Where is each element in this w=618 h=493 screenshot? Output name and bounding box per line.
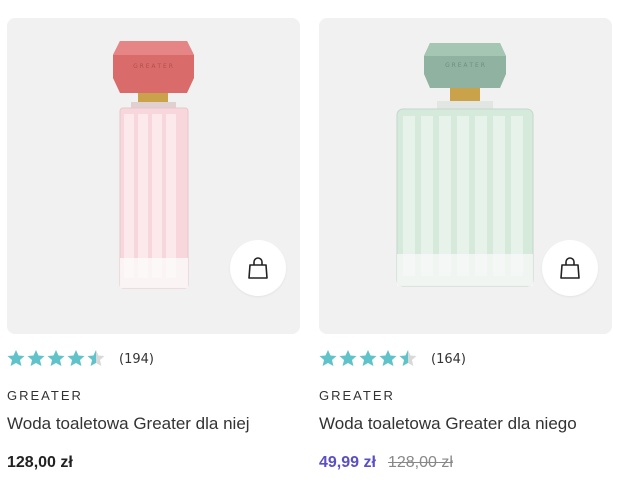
rating-count: (194) (119, 351, 154, 367)
half-star-icon (87, 350, 105, 366)
product-title[interactable]: Woda toaletowa Greater dla niego (319, 414, 577, 434)
old-price: 128,00 zł (387, 454, 453, 471)
star-icon (379, 350, 397, 366)
rating: (194) (7, 349, 154, 369)
shopping-bag-icon (248, 257, 268, 279)
product-card[interactable]: G R E A T E R (319, 18, 612, 471)
shopping-bag-icon (560, 257, 580, 279)
rating-count: (164) (431, 351, 466, 367)
product-card[interactable]: G R E A T E R (7, 18, 300, 471)
star-icon (339, 350, 357, 366)
svg-text:G R E A T E R: G R E A T E R (133, 63, 173, 70)
product-title[interactable]: Woda toaletowa Greater dla niej (7, 414, 250, 434)
rating-stars (7, 349, 115, 369)
star-icon (319, 350, 337, 366)
product-price: 128,00 zł (7, 454, 73, 472)
star-icon (47, 350, 65, 366)
star-icon (27, 350, 45, 366)
product-image[interactable]: G R E A T E R (319, 18, 612, 334)
svg-text:G R E A T E R: G R E A T E R (445, 62, 485, 69)
add-to-cart-button[interactable] (542, 240, 598, 296)
rating-stars (319, 349, 427, 369)
add-to-cart-button[interactable] (230, 240, 286, 296)
product-brand: GREATER (7, 388, 83, 403)
price: 128,00 zł (7, 454, 73, 471)
sale-price: 49,99 zł (319, 454, 376, 471)
product-price: 49,99 zł 128,00 zł (319, 454, 453, 472)
product-image[interactable]: G R E A T E R (7, 18, 300, 334)
star-icon (67, 350, 85, 366)
rating: (164) (319, 349, 466, 369)
half-star-icon (399, 350, 417, 366)
star-icon (7, 350, 25, 366)
product-brand: GREATER (319, 388, 395, 403)
star-icon (359, 350, 377, 366)
